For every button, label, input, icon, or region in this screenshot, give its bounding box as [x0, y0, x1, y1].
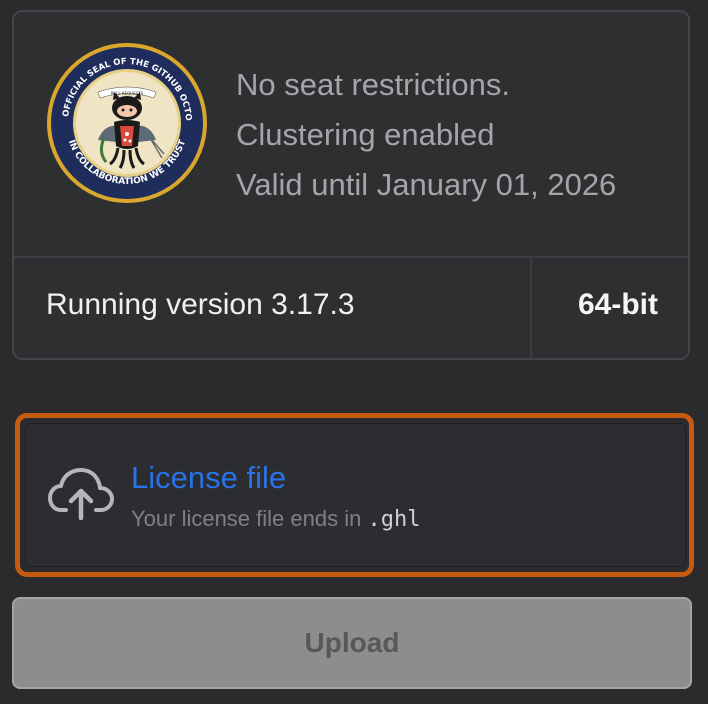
version-row: Running version 3.17.3 64-bit [14, 258, 688, 358]
license-file-title: License file [131, 460, 287, 495]
license-summary: THE OFFICIAL SEAL OF THE GITHUB OCTOCAT … [14, 12, 688, 256]
architecture-text: 64-bit [577, 288, 658, 321]
license-validity-text: Valid until January 01, 2026 [236, 167, 617, 202]
license-details: No seat restrictions. Clustering enabled… [236, 60, 616, 210]
license-file-hint: Your license file ends in .ghl [131, 506, 420, 532]
license-file-input[interactable]: License file Your license file ends in .… [25, 423, 686, 567]
file-hint-prefix: Your license file ends in [131, 506, 368, 531]
license-info-card: THE OFFICIAL SEAL OF THE GITHUB OCTOCAT … [12, 10, 690, 360]
seat-restrictions-text: No seat restrictions. [236, 67, 510, 102]
clustering-status-text: Clustering enabled [236, 117, 495, 152]
license-file-dropzone[interactable]: License file Your license file ends in .… [15, 413, 694, 577]
file-extension: .ghl [367, 507, 421, 532]
version-divider [530, 258, 532, 358]
version-text: Running version 3.17.3 [46, 288, 355, 321]
cloud-upload-icon [48, 468, 114, 520]
upload-button[interactable]: Upload [12, 597, 692, 689]
octocat-seal-logo: THE OFFICIAL SEAL OF THE GITHUB OCTOCAT … [46, 42, 207, 203]
